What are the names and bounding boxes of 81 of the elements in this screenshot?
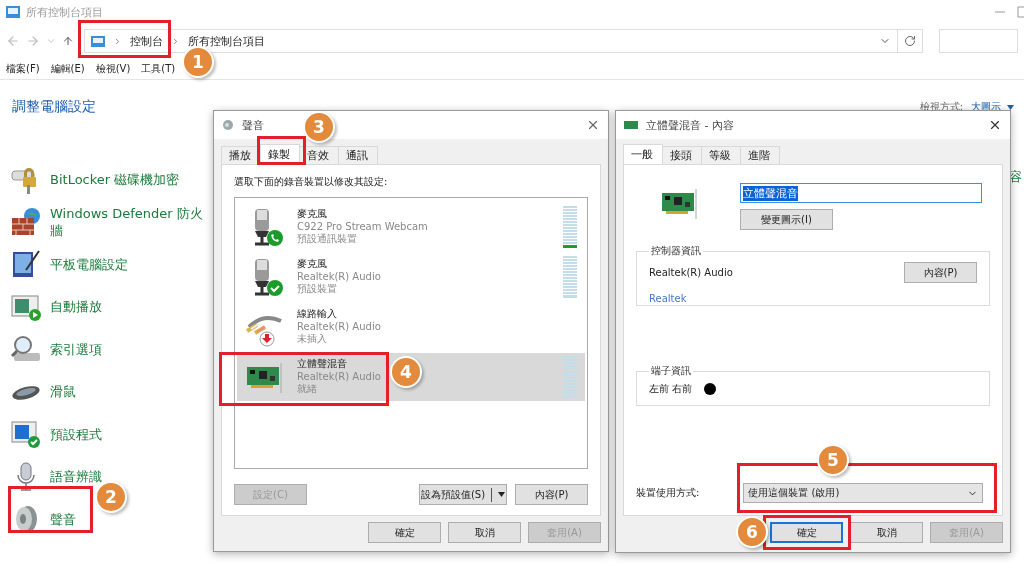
device-name: 麥克風 <box>297 258 327 271</box>
tab[interactable]: 一般 <box>623 144 663 164</box>
usage-label: 裝置使用方式: <box>636 486 700 500</box>
group-title: 控制器資訊 <box>650 244 702 258</box>
vendor-link[interactable]: Realtek <box>649 293 977 304</box>
device-row[interactable]: 線路輸入 Realtek(R) Audio 未插入 <box>237 303 585 351</box>
menu-item[interactable]: 編輯(E) <box>50 62 85 75</box>
breadcrumb[interactable]: 所有控制台項目 <box>188 33 265 49</box>
menu-item[interactable]: 工具(T) <box>141 62 176 75</box>
controller-name: Realtek(R) Audio <box>649 267 733 278</box>
dialog-button[interactable]: 確定 <box>770 522 843 543</box>
properties-button[interactable]: 內容(P) <box>904 262 977 283</box>
tab[interactable]: 進階 <box>740 146 780 164</box>
tab[interactable]: 接頭 <box>662 146 702 164</box>
chevron-right-icon <box>171 36 180 46</box>
dialog-button[interactable]: 確定 <box>368 522 441 543</box>
default-programs-icon <box>10 418 42 451</box>
device-driver: Realtek(R) Audio <box>297 270 381 283</box>
dialog-title: 聲音 <box>242 117 264 133</box>
device-name: 麥克風 <box>297 208 327 221</box>
sound-card-icon <box>624 121 638 129</box>
breadcrumb[interactable]: 控制台 <box>130 33 163 49</box>
menu-item[interactable]: 檢視(V) <box>95 62 131 75</box>
control-panel-link[interactable]: 平板電腦設定 <box>50 255 210 273</box>
jack-channels: 左前 右前 <box>649 382 693 396</box>
window-title: 所有控制台項目 <box>26 4 104 20</box>
level-meter <box>563 256 577 298</box>
control-panel-link[interactable]: 聲音 <box>50 510 210 528</box>
control-panel-link[interactable]: 預設程式 <box>50 425 210 443</box>
refresh-icon <box>904 35 916 47</box>
device-status: 未插入 <box>297 333 327 346</box>
device-driver: Realtek(R) Audio <box>297 370 381 383</box>
highlight-outline <box>257 136 306 165</box>
change-icon-button[interactable]: 變更圖示(I) <box>740 209 833 230</box>
group-title: 端子資訊 <box>650 364 692 378</box>
dialog-button[interactable]: 取消 <box>448 522 521 543</box>
caret-down-icon <box>1007 104 1014 110</box>
close-icon[interactable] <box>586 118 600 132</box>
device-name: 線路輸入 <box>297 308 337 321</box>
control-panel-link[interactable]: 滑鼠 <box>50 383 210 401</box>
control-panel-icon <box>91 35 105 47</box>
refresh-button[interactable] <box>897 29 924 53</box>
control-panel-link[interactable]: Windows Defender 防火牆 <box>50 204 210 239</box>
dialog-button[interactable]: 取消 <box>850 522 923 543</box>
mouse-icon <box>10 383 42 400</box>
menu-item[interactable]: 檔案(F) <box>6 62 40 75</box>
device-driver: C922 Pro Stream Webcam <box>297 220 428 233</box>
tab[interactable]: 通訊 <box>338 146 378 164</box>
control-panel-link[interactable]: 自動播放 <box>50 298 210 316</box>
control-panel-link[interactable]: 索引選項 <box>50 340 210 358</box>
close-icon[interactable] <box>988 118 1002 132</box>
tab[interactable]: 錄製 <box>260 144 300 164</box>
name-field[interactable]: 立體聲混音 <box>740 183 982 203</box>
search-field[interactable] <box>939 29 1018 53</box>
device-status: 就緒 <box>297 383 317 396</box>
set-default-button[interactable]: 設為預設值(S) <box>419 484 507 505</box>
control-panel-icon <box>6 6 20 18</box>
caret-down-icon <box>498 492 506 497</box>
dialog-button[interactable]: 內容(P) <box>515 484 588 505</box>
device-row[interactable]: 麥克風 Realtek(R) Audio 預設裝置 <box>237 253 585 301</box>
address-bar[interactable]: 控制台 所有控制台項目 <box>84 29 898 53</box>
device-driver: Realtek(R) Audio <box>297 320 381 334</box>
speaker-icon <box>222 119 234 131</box>
brick-wall-icon <box>10 205 42 238</box>
chevron-right-icon <box>113 36 122 46</box>
back-icon[interactable] <box>6 34 20 48</box>
page-heading: 調整電腦設定 <box>12 98 96 116</box>
forward-icon[interactable] <box>26 34 40 48</box>
control-panel-link[interactable]: BitLocker 磁碟機加密 <box>50 170 210 188</box>
level-meter <box>563 206 577 248</box>
device-status: 預設通訊裝置 <box>297 233 357 246</box>
step-marker: 1 <box>182 46 214 78</box>
instruction-text: 選取下面的錄音裝置以修改其設定: <box>234 175 389 189</box>
device-status: 預設裝置 <box>297 283 337 296</box>
device-row[interactable]: 麥克風 C922 Pro Stream Webcam 預設通訊裝置 <box>237 203 585 251</box>
up-icon[interactable] <box>62 35 74 47</box>
recent-chevron-icon[interactable] <box>46 36 56 46</box>
usage-dropdown[interactable]: 使用這個裝置 (啟用) <box>743 483 984 503</box>
tab[interactable]: 等級 <box>701 146 741 164</box>
dialog-title: 立體聲混音 - 內容 <box>646 117 734 133</box>
device-name: 立體聲混音 <box>297 358 347 371</box>
